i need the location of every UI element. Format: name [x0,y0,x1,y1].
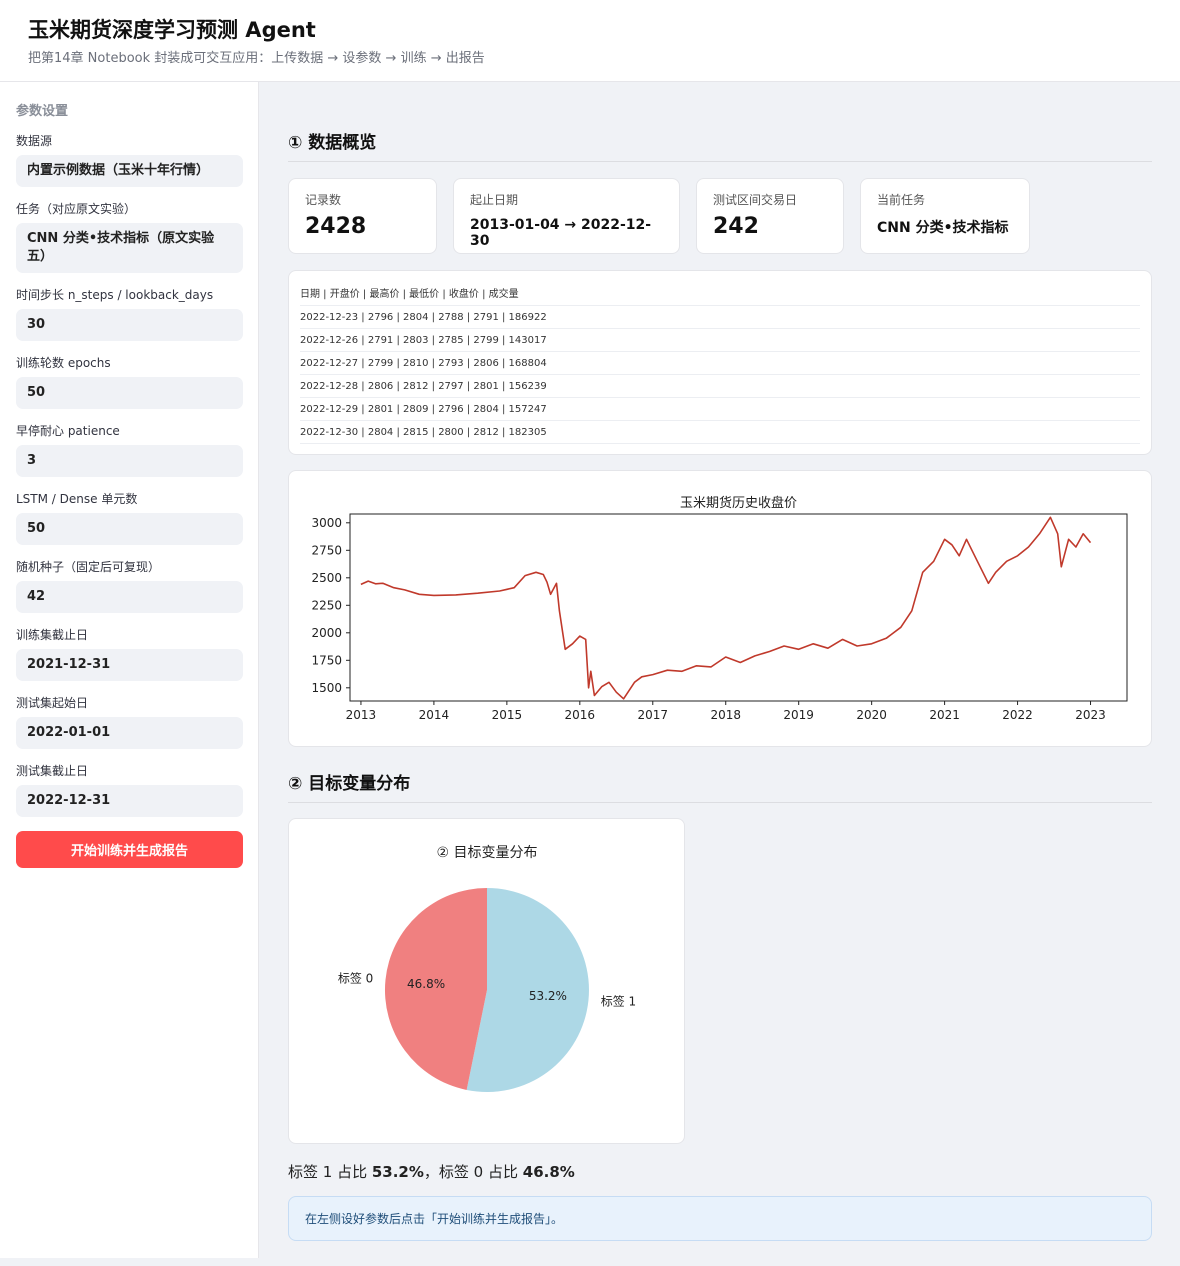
metric-value: 2013-01-04 → 2022-12-30 [470,217,652,249]
app-header: 玉米期货深度学习预测 Agent 把第14章 Notebook 封装成可交互应用… [0,0,1180,82]
metric-label: 起止日期 [470,193,519,207]
sidebar: 参数设置 数据源 内置示例数据（玉米十年行情） 任务（对应原文实验） CNN 分… [0,82,259,1258]
test-end-label: 测试集截止日 [16,764,89,778]
metric-label: 当前任务 [877,193,926,207]
seed-label: 随机种子（固定后可复现） [16,560,161,574]
x-tick-label: 2013 [346,708,377,722]
table-row: 2022-12-23 | 2796 | 2804 | 2788 | 2791 |… [300,306,1140,329]
units-label: LSTM / Dense 单元数 [16,492,138,506]
pie-category-label: 标签 0 [338,971,373,986]
train-end-date-input[interactable]: 2021-12-31 [16,649,243,681]
epochs-input[interactable]: 50 [16,377,243,409]
y-tick-label: 2500 [311,571,342,585]
section-target-distribution-title: ② 目标变量分布 [288,769,1152,803]
task-label: 任务（对应原文实验） [16,202,137,216]
seed-input[interactable]: 42 [16,581,243,613]
data-source-select[interactable]: 内置示例数据（玉米十年行情） [16,155,243,187]
n-steps-input[interactable]: 30 [16,309,243,341]
metric-value: 242 [713,214,759,239]
test-start-date-input[interactable]: 2022-01-01 [16,717,243,749]
x-tick-label: 2023 [1075,708,1106,722]
metrics-row: 记录数 2428 起止日期 2013-01-04 → 2022-12-30 测试… [288,178,1152,254]
units-input[interactable]: 50 [16,513,243,545]
metric-label: 测试区间交易日 [713,193,798,207]
table-row: 2022-12-30 | 2804 | 2815 | 2800 | 2812 |… [300,421,1140,444]
x-tick-label: 2014 [419,708,450,722]
target-pie-chart: ② 目标变量分布 53.2% 标签 1 46.8% 标签 0 [338,845,636,1092]
n-steps-label: 时间步长 n_steps / lookback_days [16,288,214,302]
x-tick-label: 2019 [783,708,814,722]
x-tick-label: 2015 [492,708,523,722]
y-tick-label: 3000 [311,516,342,530]
metric-value: 2428 [305,214,367,239]
x-tick-label: 2022 [1002,708,1033,722]
pie-percent-label: 53.2% [529,989,567,1003]
table-row: 2022-12-26 | 2791 | 2803 | 2785 | 2799 |… [300,329,1140,352]
table-row: 2022-12-28 | 2806 | 2812 | 2797 | 2801 |… [300,375,1140,398]
y-tick-label: 1500 [311,681,342,695]
metric-current-task: 当前任务 CNN 分类•技术指标 [860,178,1030,254]
label0-percent: 46.8% [522,1163,575,1181]
patience-input[interactable]: 3 [16,445,243,477]
y-tick-label: 2750 [311,543,342,557]
table-row: 2022-12-29 | 2801 | 2809 | 2796 | 2804 |… [300,398,1140,421]
section-data-overview-title: ① 数据概览 [288,128,1152,162]
pie-category-label: 标签 1 [601,994,636,1009]
metric-label: 记录数 [305,193,342,207]
task-select[interactable]: CNN 分类•技术指标（原文实验五） [16,223,243,273]
table-row: 2022-12-27 | 2799 | 2810 | 2793 | 2806 |… [300,352,1140,375]
label1-percent: 53.2% [371,1163,424,1181]
y-tick-label: 1750 [311,653,342,667]
plot-frame [349,513,1128,702]
summary-prefix: 标签 1 占比 [288,1163,372,1181]
info-text: 在左侧设好参数后点击「开始训练并生成报告」。 [305,1212,564,1226]
pie-title: ② 目标变量分布 [436,845,537,861]
table-header: 日期 | 开盘价 | 最高价 | 最低价 | 收盘价 | 成交量 [300,283,1140,306]
test-end-date-input[interactable]: 2022-12-31 [16,785,243,817]
x-tick-label: 2017 [638,708,669,722]
page-subtitle: 把第14章 Notebook 封装成可交互应用：上传数据 → 设参数 → 训练 … [28,51,485,66]
y-tick-label: 2250 [311,598,342,612]
metric-value: CNN 分类•技术指标 [877,220,1009,236]
y-tick-label: 2000 [311,626,342,640]
x-tick-label: 2018 [710,708,741,722]
close-price-line [360,516,1092,700]
pie-chart-card: ② 目标变量分布 53.2% 标签 1 46.8% 标签 0 [288,818,685,1144]
sidebar-heading: 参数设置 [16,104,69,119]
data-preview-table: 日期 | 开盘价 | 最高价 | 最低价 | 收盘价 | 成交量 2022-12… [288,270,1152,455]
test-start-label: 测试集起始日 [16,696,89,710]
main-content: ① 数据概览 记录数 2428 起止日期 2013-01-04 → 2022-1… [288,82,1152,1241]
x-tick-label: 2021 [929,708,960,722]
metric-date-range: 起止日期 2013-01-04 → 2022-12-30 [453,178,680,254]
chart-title: 玉米期货历史收盘价 [680,495,797,511]
page-title: 玉米期货深度学习预测 Agent [28,18,316,42]
price-line-chart: 玉米期货历史收盘价 2013 2014 2015 2016 2017 2018 2019 202… [311,495,1128,722]
x-tick-label: 2020 [856,708,887,722]
x-tick-label: 2016 [565,708,596,722]
pie-percent-label: 46.8% [407,977,445,991]
summary-mid: ，标签 0 占比 [423,1163,523,1181]
price-chart-card: 玉米期货历史收盘价 2013 2014 2015 2016 2017 2018 2019 202… [288,470,1152,747]
metric-record-count: 记录数 2428 [288,178,437,254]
distribution-summary: 标签 1 占比 53.2%，标签 0 占比 46.8% [288,1161,1152,1182]
train-end-label: 训练集截止日 [16,628,89,642]
data-source-label: 数据源 [16,134,53,148]
run-training-button[interactable]: 开始训练并生成报告 [16,831,243,868]
metric-test-days: 测试区间交易日 242 [696,178,844,254]
epochs-label: 训练轮数 epochs [16,356,111,370]
info-message: 在左侧设好参数后点击「开始训练并生成报告」。 [288,1196,1152,1241]
patience-label: 早停耐心 patience [16,424,120,438]
